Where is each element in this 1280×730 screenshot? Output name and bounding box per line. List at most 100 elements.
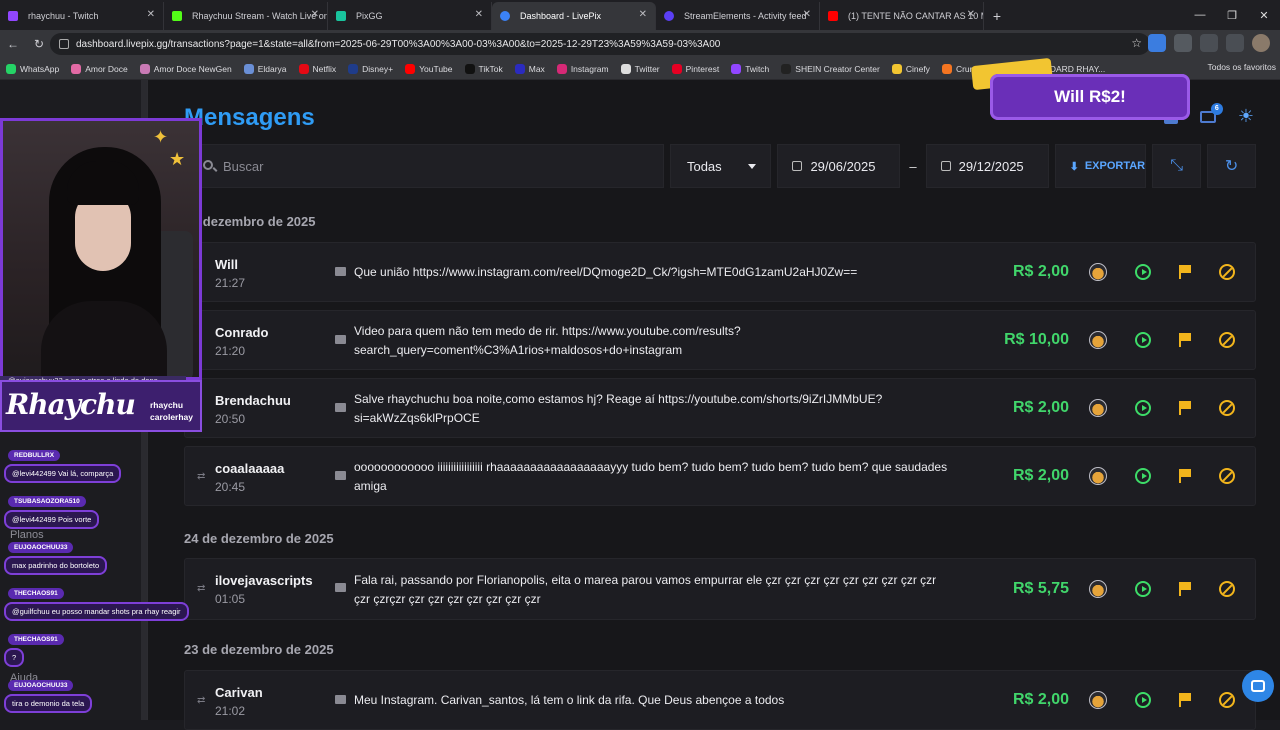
play-icon[interactable] [1135, 468, 1151, 484]
message-text: Meu Instagram. Carivan_santos, lá tem o … [354, 693, 785, 707]
support-chat-button[interactable] [1242, 670, 1274, 702]
ban-icon[interactable] [1219, 400, 1235, 416]
browser-tab[interactable]: Rhaychuu Stream - Watch Live on Kick✕ [164, 2, 328, 30]
flag-icon[interactable] [1179, 693, 1191, 707]
extension-icon[interactable] [1174, 34, 1192, 52]
reload-icon[interactable]: ↻ [26, 30, 52, 58]
close-tab-icon[interactable]: ✕ [475, 9, 483, 20]
search-icon [203, 160, 213, 170]
bookmark-item[interactable]: TikTok [464, 63, 503, 74]
bookmark-item[interactable]: Max [514, 63, 545, 74]
date-to-field[interactable]: 29/12/2025 [925, 144, 1049, 188]
flag-icon[interactable] [1179, 401, 1191, 415]
message-row[interactable]: Conrado 21:20 Video para quem não tem me… [184, 310, 1256, 370]
refresh-button[interactable]: ↻ [1207, 144, 1257, 188]
instagram-icon [556, 63, 567, 74]
site-info-icon[interactable] [59, 39, 69, 49]
joystick-icon[interactable] [1089, 467, 1107, 485]
pixgg-favicon-icon [336, 11, 346, 21]
play-icon[interactable] [1135, 692, 1151, 708]
profile-avatar[interactable] [1252, 34, 1270, 52]
close-tab-icon[interactable]: ✕ [639, 9, 647, 20]
bookmark-item[interactable]: Amor Doce NewGen [139, 63, 232, 74]
browser-tab-active[interactable]: Dashboard - LivePix ✕ [492, 2, 656, 30]
bookmark-item[interactable]: Twitter [620, 63, 660, 74]
close-tab-icon[interactable]: ✕ [311, 9, 319, 20]
ban-icon[interactable] [1219, 332, 1235, 348]
flag-icon[interactable] [1179, 582, 1191, 596]
bookmark-item[interactable]: Instagram [556, 63, 609, 74]
joystick-icon[interactable] [1089, 263, 1107, 281]
message-text: Que união https://www.instagram.com/reel… [354, 265, 858, 279]
ban-icon[interactable] [1219, 581, 1235, 597]
message-time: 01:05 [215, 592, 246, 606]
browser-tab[interactable]: rhaychuu - Twitch ✕ [0, 2, 164, 30]
flag-icon[interactable] [1179, 333, 1191, 347]
search-input[interactable]: Buscar [184, 144, 664, 188]
status-select[interactable]: Todas [669, 144, 772, 188]
bookmark-item[interactable]: Amor Doce [71, 63, 128, 74]
bookmark-item[interactable]: Twitch [731, 63, 769, 74]
joystick-icon[interactable] [1089, 691, 1107, 709]
ban-icon[interactable] [1219, 692, 1235, 708]
joystick-icon[interactable] [1089, 399, 1107, 417]
url-field[interactable]: dashboard.livepix.gg/transactions?page=1… [50, 33, 1150, 55]
collapse-button[interactable]: ⤡ [1152, 144, 1202, 188]
message-row[interactable]: ⇄ coaalaaaaa 20:45 oooooooooooo iiiiiiii… [184, 446, 1256, 506]
media-icon[interactable] [1226, 34, 1244, 52]
close-tab-icon[interactable]: ✕ [967, 9, 975, 20]
play-icon[interactable] [1135, 400, 1151, 416]
chat-bubble: max padrinho do bortoleto [4, 556, 108, 575]
extensions-puzzle-icon[interactable] [1200, 34, 1218, 52]
new-tab-button[interactable]: + [984, 2, 1010, 30]
cinefy-icon [891, 63, 902, 74]
bookmark-item[interactable]: Netflix [298, 63, 336, 74]
bookmark-item[interactable]: Pinterest [671, 63, 719, 74]
message-row[interactable]: Brendachuu 20:50 Salve rhaychuchu boa no… [184, 378, 1256, 438]
download-icon[interactable] [1148, 34, 1166, 52]
close-tab-icon[interactable]: ✕ [147, 9, 155, 20]
message-row[interactable]: Will 21:27 Que união https://www.instagr… [184, 242, 1256, 302]
flag-icon[interactable] [1179, 469, 1191, 483]
message-time: 21:27 [215, 276, 246, 290]
play-icon[interactable] [1135, 332, 1151, 348]
play-icon[interactable] [1135, 581, 1151, 597]
message-row[interactable]: ⇄ ilovejavascripts 01:05 Fala rai, passa… [184, 558, 1256, 620]
bookmark-item[interactable]: YouTube [405, 63, 453, 74]
calendar-icon [940, 161, 951, 171]
message-icon [335, 267, 346, 276]
sidebar-item-planos[interactable]: Planos [10, 529, 44, 541]
browser-tab[interactable]: (1) TENTE NÃO CANTAR AS 10 MÚSICAS✕ [820, 2, 984, 30]
back-arrow-icon[interactable]: ← [0, 30, 26, 58]
browser-tab[interactable]: PixGG ✕ [328, 2, 492, 30]
bookmark-item[interactable]: Eldarya [243, 63, 287, 74]
ban-icon[interactable] [1219, 468, 1235, 484]
close-window-icon[interactable]: ✕ [1248, 0, 1280, 30]
joystick-icon[interactable] [1089, 580, 1107, 598]
date-group-label: 23 de dezembro de 2025 [184, 642, 334, 657]
message-time: 21:20 [215, 344, 246, 358]
page-title: Mensagens [184, 104, 315, 131]
minimize-icon[interactable]: — [1184, 0, 1216, 30]
logo-text: Rhaychu [6, 388, 136, 421]
play-icon[interactable] [1135, 264, 1151, 280]
bookmark-item[interactable]: SHEIN Creator Center [781, 63, 880, 74]
bookmark-item[interactable]: WhatsApp [6, 63, 59, 74]
bookmark-item[interactable]: Disney+ [348, 63, 393, 74]
browser-tab[interactable]: StreamElements - Activity feed ✕ [656, 2, 820, 30]
message-icon [335, 335, 346, 344]
close-tab-icon[interactable]: ✕ [803, 9, 811, 20]
joystick-icon[interactable] [1089, 331, 1107, 349]
message-row[interactable]: ⇄ Carivan 21:02 Meu Instagram. Carivan_s… [184, 670, 1256, 730]
maximize-icon[interactable]: ❐ [1216, 0, 1248, 30]
tiktok-icon [464, 63, 475, 74]
bookmark-star-icon[interactable]: ☆ [1131, 36, 1142, 50]
date-from-field[interactable]: 29/06/2025 [777, 144, 901, 188]
wallet-icon[interactable]: 6 [1199, 102, 1223, 123]
bookmark-item[interactable]: Cinefy [891, 63, 930, 74]
export-button[interactable]: ⬇ EXPORTAR [1054, 144, 1147, 188]
theme-toggle-sun-icon[interactable]: ☀ [1238, 106, 1254, 127]
ban-icon[interactable] [1219, 264, 1235, 280]
all-bookmarks-folder[interactable]: Todos os favoritos [1207, 62, 1276, 72]
flag-icon[interactable] [1179, 265, 1191, 279]
